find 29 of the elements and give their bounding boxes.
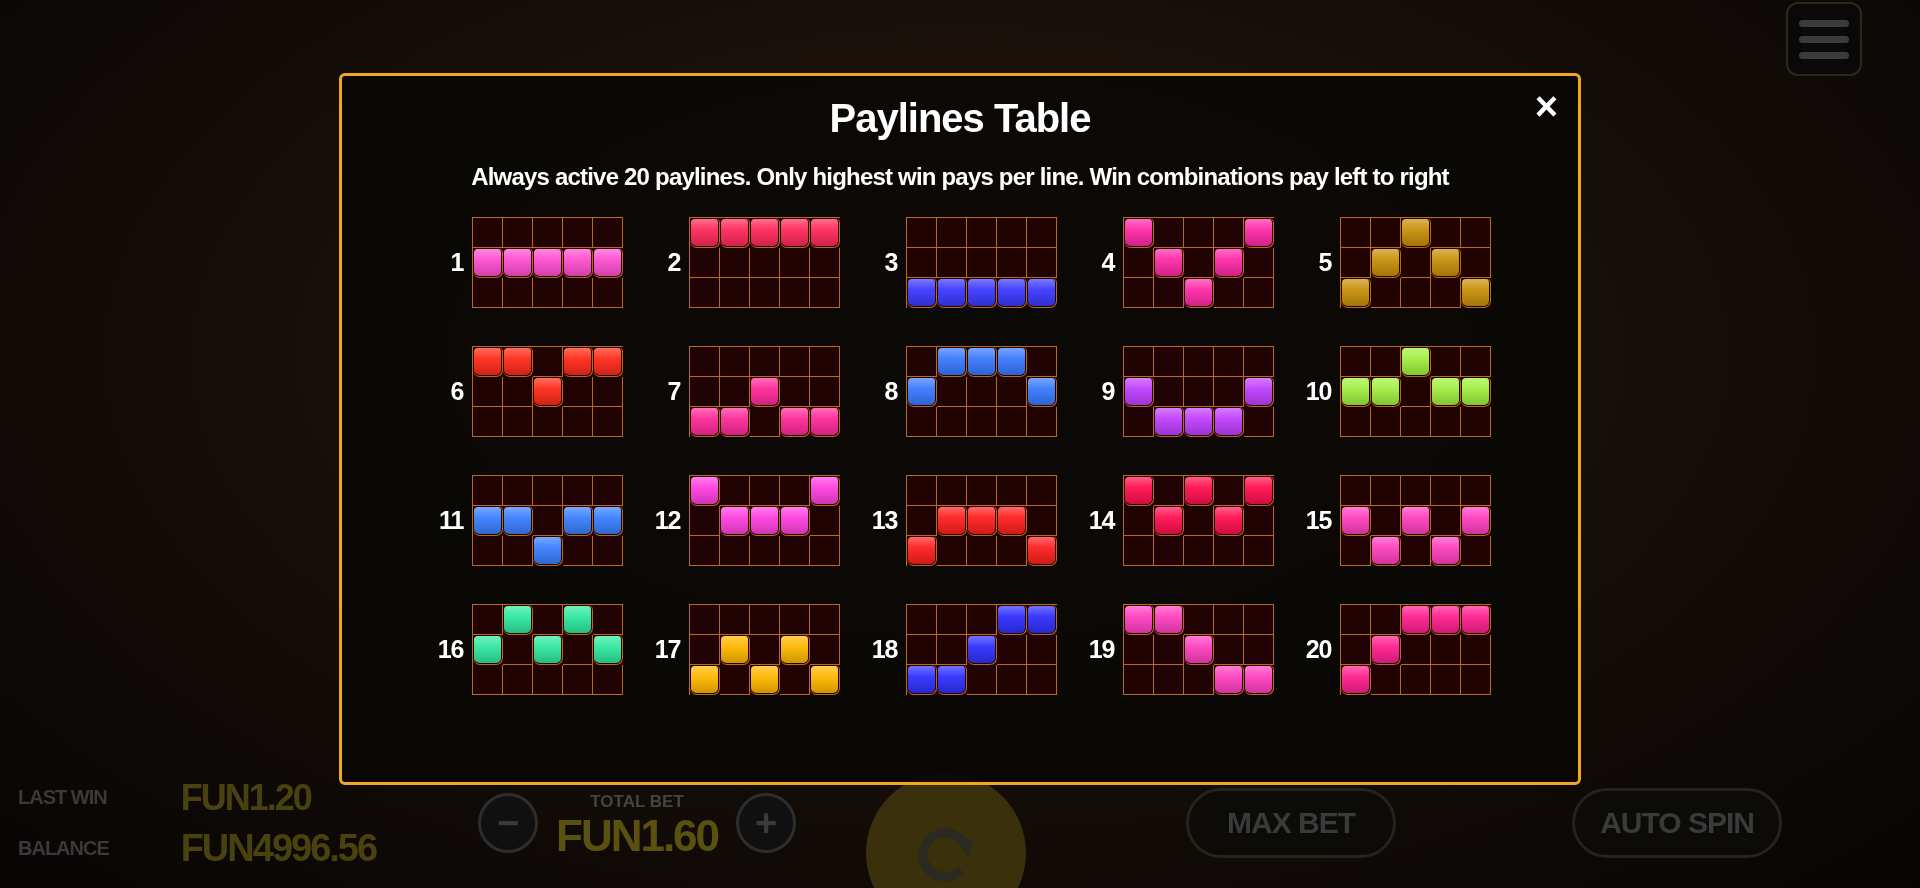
payline-number: 1 [449, 248, 464, 277]
payline-number: 13 [870, 506, 898, 535]
payline-number: 8 [883, 377, 898, 406]
payline-number: 3 [883, 248, 898, 277]
dialog-subtitle: Always active 20 paylines. Only highest win pays per line. Win combinations pay left to right [471, 163, 1449, 191]
increase-bet-button[interactable]: + [736, 793, 797, 853]
payline-number: 15 [1304, 506, 1332, 535]
payline-number: 11 [438, 506, 464, 535]
payline-number: 14 [1087, 506, 1115, 535]
last-win-value: FUN1.20 [180, 776, 313, 819]
total-bet-label: TOTAL BET [590, 791, 684, 812]
payline-number: 7 [666, 377, 681, 406]
payline-number: 9 [1100, 377, 1115, 406]
total-bet-value: FUN1.60 [556, 811, 719, 861]
payline-number: 5 [1317, 248, 1332, 277]
payline-number: 4 [1100, 248, 1115, 277]
decrease-bet-button[interactable]: − [478, 793, 538, 853]
payline-number: 19 [1087, 635, 1115, 664]
payline-number: 2 [666, 248, 681, 277]
close-button[interactable]: × [1528, 86, 1564, 126]
payline-number: 12 [653, 506, 681, 535]
payline-number: 10 [1304, 377, 1332, 406]
dialog-title: Paylines Table [829, 96, 1091, 141]
payline-number: 6 [449, 377, 464, 406]
payline-number: 20 [1304, 635, 1332, 664]
payline-number: 17 [653, 635, 681, 664]
payline-number: 18 [870, 635, 898, 664]
balance-value: FUN4996.56 [180, 826, 378, 870]
payline-number: 16 [436, 635, 464, 664]
